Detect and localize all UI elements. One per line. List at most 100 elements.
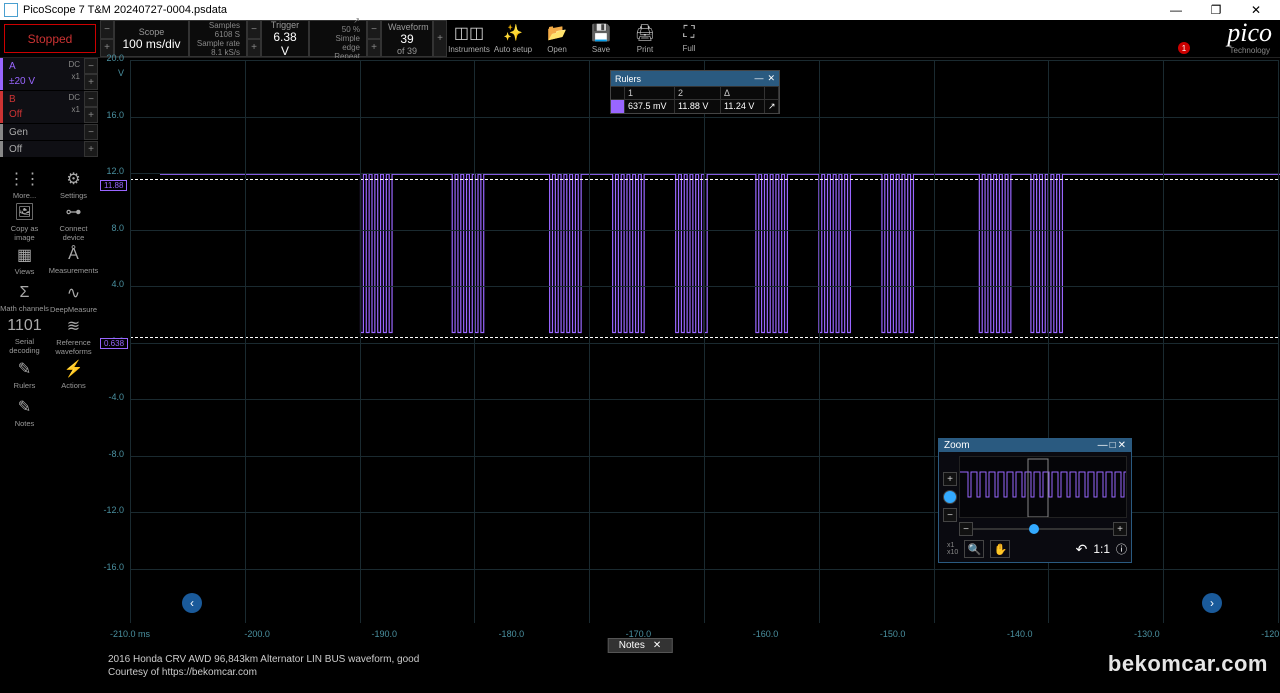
gen-minus[interactable]: −: [84, 124, 98, 140]
rulers-icon: ✎: [18, 359, 31, 379]
ruler-expand-icon[interactable]: ↗: [765, 100, 779, 113]
nav-left-button[interactable]: ‹: [182, 593, 202, 613]
y-tick: 8.0: [111, 223, 124, 233]
copyimg-tool[interactable]: 🖼Copy as image: [0, 203, 49, 241]
footer-line1: 2016 Honda CRV AWD 96,843km Alternator L…: [108, 653, 419, 666]
notes-tab[interactable]: Notes✕: [608, 638, 673, 653]
x-tick: -160.0: [753, 629, 779, 639]
trigger-block[interactable]: Trigger 6.38 V: [261, 20, 309, 57]
run-stop-button[interactable]: Stopped: [4, 24, 96, 53]
x-tick: -140.0: [1007, 629, 1033, 639]
undo-zoom-icon[interactable]: ↶: [1076, 541, 1088, 558]
ch-b-minus[interactable]: −: [84, 91, 98, 107]
rulers-panel[interactable]: Rulers —✕ 1 2 Δ 637.5 mV 11.88 V 11.24 V…: [610, 70, 780, 114]
pico-logo: pico: [1227, 18, 1272, 48]
waveform-end[interactable]: +: [433, 20, 447, 57]
generator-off[interactable]: Off +: [0, 141, 98, 157]
actions-icon: ⚡: [64, 359, 84, 379]
deepmeasure-tool[interactable]: ∿DeepMeasure: [49, 279, 98, 317]
save-icon: 💾: [591, 23, 611, 43]
open-button[interactable]: 📂Open: [535, 20, 579, 57]
zoom-out-x[interactable]: −: [959, 522, 973, 536]
serial-icon: 1101: [7, 317, 41, 335]
pico-logo-sub: Technology: [1230, 46, 1270, 55]
x-tick: -200.0: [244, 629, 270, 639]
ch-a-plus[interactable]: +: [84, 74, 98, 90]
notes-tool[interactable]: ✎Notes: [0, 393, 49, 431]
zoom-panel[interactable]: Zoom —□✕ + − − + x1x10 🔍 ✋ ↶ 1:1 ⓘ: [938, 438, 1132, 563]
zoom-y-thumb[interactable]: [943, 490, 957, 504]
actions-tool[interactable]: ⚡Actions: [49, 355, 98, 393]
ruler-chA-swatch: [611, 100, 625, 113]
waveform-prev[interactable]: −: [367, 20, 381, 39]
x-tick: -130.0: [1134, 629, 1160, 639]
more-icon: ⋮⋮: [9, 169, 41, 189]
channel-a[interactable]: A ±20 V DC x1 −+: [0, 58, 98, 90]
y-tick: -8.0: [108, 449, 124, 459]
channel-b[interactable]: B Off DC x1 −+: [0, 91, 98, 123]
waveform-block[interactable]: Waveform 39 of 39: [381, 20, 433, 57]
zoom-x-slider[interactable]: [973, 528, 1113, 530]
zoom-info-icon[interactable]: ⓘ: [1116, 541, 1127, 557]
watermark: bekomcar.com: [1108, 651, 1268, 677]
notification-badge[interactable]: 1: [1178, 42, 1190, 54]
settings-tool[interactable]: ⚙Settings: [49, 165, 98, 203]
waveform-next[interactable]: +: [367, 39, 381, 58]
refwave-icon: ≋: [67, 316, 80, 336]
connect-icon: ⊶: [66, 202, 82, 222]
measurements-tool[interactable]: ÅMeasurements: [49, 241, 98, 279]
gen-plus[interactable]: +: [84, 141, 98, 157]
zoom-min-icon[interactable]: —: [1098, 440, 1108, 451]
full-button[interactable]: ⛶Full: [667, 20, 711, 57]
ch-a-minus[interactable]: −: [84, 58, 98, 74]
refwave-tool[interactable]: ≋Reference waveforms: [49, 317, 98, 355]
zoom-tool-icon[interactable]: 🔍: [964, 540, 984, 558]
trigger-plus[interactable]: +: [247, 39, 261, 58]
zoom-in-x[interactable]: +: [1113, 522, 1127, 536]
views-tool[interactable]: ▦Views: [0, 241, 49, 279]
connect-tool[interactable]: ⊶Connect device: [49, 203, 98, 241]
ch-b-plus[interactable]: +: [84, 107, 98, 123]
notes-close-icon[interactable]: ✕: [653, 640, 661, 651]
zoom-max-icon[interactable]: □: [1110, 440, 1116, 451]
x-tick: -180.0: [499, 629, 525, 639]
y-tick: 20.0: [106, 53, 124, 63]
zoom-close-icon[interactable]: ✕: [1118, 440, 1126, 451]
timebase-minus[interactable]: −: [100, 20, 114, 39]
close-button[interactable]: ✕: [1236, 0, 1276, 20]
y-tick: -16.0: [103, 562, 124, 572]
deepmeasure-icon: ∿: [67, 283, 80, 303]
serial-tool[interactable]: 1101Serial decoding: [0, 317, 49, 355]
y-tick: 12.0: [106, 166, 124, 176]
nav-right-button[interactable]: ›: [1202, 593, 1222, 613]
waveform-trace: [160, 174, 1280, 332]
zoom-out-y[interactable]: −: [943, 508, 957, 522]
rulers-tool[interactable]: ✎Rulers: [0, 355, 49, 393]
trigger-mode-block[interactable]: ↗ 50 % Simple edge Repeat: [309, 20, 367, 57]
autosetup-icon: ✨: [503, 23, 523, 43]
autosetup-button[interactable]: ✨Auto setup: [491, 20, 535, 57]
scope-block[interactable]: Scope 100 ms/div: [114, 20, 189, 57]
trigger-minus[interactable]: −: [247, 20, 261, 39]
instruments-button[interactable]: ◫◫Instruments: [447, 20, 491, 57]
notes-icon: ✎: [18, 397, 31, 417]
samples-block[interactable]: Samples 6108 S Sample rate 8.1 kS/s: [189, 20, 247, 57]
print-button[interactable]: 🖨Print: [623, 20, 667, 57]
save-button[interactable]: 💾Save: [579, 20, 623, 57]
rulers-min-icon[interactable]: —: [754, 73, 763, 84]
pan-tool-icon[interactable]: ✋: [990, 540, 1010, 558]
generator[interactable]: Gen −: [0, 124, 98, 140]
zoom-in-y[interactable]: +: [943, 472, 957, 486]
window-title: PicoScope 7 T&M 20240727-0004.psdata: [23, 4, 227, 16]
y-tick: -4.0: [108, 392, 124, 402]
y-tick: -12.0: [103, 505, 124, 515]
rulers-close-icon[interactable]: ✕: [767, 73, 775, 84]
math-tool[interactable]: ΣMath channels: [0, 279, 49, 317]
open-icon: 📂: [547, 23, 567, 43]
y-tick: 16.0: [106, 110, 124, 120]
maximize-button[interactable]: ❐: [1196, 0, 1236, 20]
zoom-minimap[interactable]: [959, 456, 1127, 518]
more-tool[interactable]: ⋮⋮More...: [0, 165, 49, 203]
measurements-icon: Å: [68, 246, 79, 264]
minimize-button[interactable]: —: [1156, 0, 1196, 20]
